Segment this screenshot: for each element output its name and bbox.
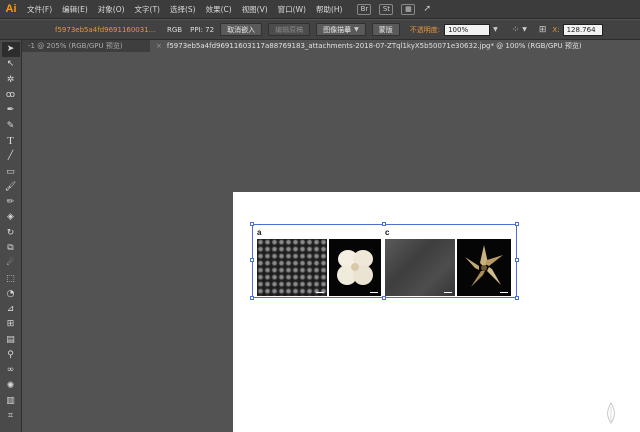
stock-icon[interactable]: St — [379, 3, 394, 15]
pointed-flower-icon — [465, 245, 503, 287]
app-logo: Ai — [5, 3, 17, 15]
tab-label: -1 @ 205% (RGB/GPU 预览) — [28, 42, 123, 50]
color-mode-label: RGB — [167, 25, 183, 34]
selection-tool-icon[interactable]: ➤ — [1, 42, 20, 58]
lasso-tool-icon[interactable]: ꝏ — [2, 88, 20, 103]
reference-point-icon[interactable]: ⊞ — [539, 25, 547, 35]
shape-builder-tool-icon[interactable]: ◔ — [2, 287, 20, 302]
image-trace-label: 图像描摹 — [323, 25, 352, 34]
perspective-grid-tool-icon[interactable]: ⊿ — [2, 302, 20, 317]
blend-tool-icon[interactable]: ∞ — [2, 363, 20, 378]
resize-handle-top[interactable] — [382, 222, 386, 226]
resize-handle-bottom[interactable] — [382, 296, 386, 300]
illustrator-window: Ai 文件(F) 编辑(E) 对象(O) 文字(T) 选择(S) 效果(C) 视… — [0, 0, 640, 432]
x-coordinate-input[interactable]: 128.764 — [562, 23, 603, 36]
resize-handle-top-left[interactable] — [250, 222, 254, 226]
eraser-tool-icon[interactable]: ◈ — [2, 210, 20, 225]
bridge-icon[interactable]: Br — [357, 3, 372, 15]
menu-window[interactable]: 窗口(W) — [278, 4, 306, 15]
arrange-documents-icon[interactable]: ▦ — [401, 3, 416, 15]
scale-bar — [444, 292, 452, 293]
rotate-tool-icon[interactable]: ↻ — [2, 226, 20, 241]
menu-effect[interactable]: 效果(C) — [206, 4, 232, 15]
gpu-rocket-icon[interactable]: ➚ — [423, 4, 431, 14]
edit-original-button[interactable]: 编辑原稿 — [268, 23, 311, 36]
opacity-label[interactable]: 不透明度: — [410, 25, 440, 35]
free-transform-tool-icon[interactable]: ⬚ — [2, 271, 20, 286]
resize-handle-bottom-left[interactable] — [250, 296, 254, 300]
white-flower-icon — [337, 250, 373, 285]
canvas-area[interactable]: a c — [22, 52, 640, 432]
scale-bar — [500, 292, 508, 293]
photo-pointed-flower — [457, 239, 511, 296]
warp-tool-icon[interactable]: ☄ — [2, 256, 20, 271]
image-trace-button[interactable]: 图像描摹 ▼ — [316, 23, 366, 36]
watermark-logo-icon — [607, 402, 615, 424]
scale-tool-icon[interactable]: ⧉ — [2, 241, 20, 256]
scale-bar — [316, 292, 324, 293]
artboard[interactable]: a c — [233, 192, 640, 432]
menu-icon-group: Br St ▦ ➚ — [357, 3, 431, 15]
menu-type[interactable]: 文字(T) — [135, 4, 160, 15]
line-tool-icon[interactable]: ╱ — [2, 149, 20, 164]
unembed-button[interactable]: 取消嵌入 — [220, 23, 263, 36]
menu-bar: Ai 文件(F) 编辑(E) 对象(O) 文字(T) 选择(S) 效果(C) 视… — [0, 0, 640, 19]
tools-panel: ➤ ↖ ✲ ꝏ ✒ ✎ T ╱ ▭ 🖌 ✏ ◈ ↻ ⧉ ☄ ⬚ ◔ ⊿ ⊞ ▤ … — [0, 40, 22, 432]
opacity-input[interactable]: 100% — [444, 23, 491, 36]
chevron-down-icon[interactable]: ▼ — [522, 26, 527, 33]
chevron-down-icon: ▼ — [354, 26, 359, 33]
curvature-tool-icon[interactable]: ✎ — [2, 118, 20, 133]
resize-handle-right[interactable] — [515, 258, 519, 262]
panel-label-c: c — [385, 228, 390, 237]
ppi-label: PPI: 72 — [190, 25, 215, 34]
symbol-sprayer-tool-icon[interactable]: ✺ — [2, 379, 20, 394]
magic-wand-tool-icon[interactable]: ✲ — [2, 73, 20, 88]
control-bar: f5973eb5a4fd9691160031... RGB PPI: 72 取消… — [0, 20, 640, 40]
opacity-dropdown-icon[interactable]: ▼ — [493, 26, 498, 33]
paintbrush-tool-icon[interactable]: 🖌 — [2, 180, 20, 195]
menu-file[interactable]: 文件(F) — [27, 4, 52, 15]
pencil-tool-icon[interactable]: ✏ — [2, 195, 20, 210]
eyedropper-tool-icon[interactable]: ⚲ — [2, 348, 20, 363]
menu-select[interactable]: 选择(S) — [170, 4, 196, 15]
resize-handle-bottom-right[interactable] — [515, 296, 519, 300]
direct-selection-tool-icon[interactable]: ↖ — [2, 57, 20, 72]
scale-bar — [370, 292, 378, 293]
column-graph-tool-icon[interactable]: ▥ — [2, 394, 20, 409]
close-icon[interactable]: × — [156, 42, 162, 50]
type-tool-icon[interactable]: T — [2, 134, 20, 149]
document-tab-active[interactable]: × f5973eb5a4fd96911603117a88769183_attac… — [150, 40, 640, 52]
resize-handle-top-right[interactable] — [515, 222, 519, 226]
mask-button[interactable]: 蒙版 — [371, 23, 400, 36]
linked-file-name[interactable]: f5973eb5a4fd9691160031... — [55, 26, 159, 34]
mesh-tool-icon[interactable]: ⊞ — [2, 317, 20, 332]
document-tab-inactive[interactable]: -1 @ 205% (RGB/GPU 预览) — [22, 40, 150, 52]
document-tab-bar: -1 @ 205% (RGB/GPU 预览) × f5973eb5a4fd969… — [22, 40, 640, 52]
menu-edit[interactable]: 编辑(E) — [62, 4, 88, 15]
selected-placed-image[interactable]: a c — [250, 222, 519, 300]
sem-image-flat-cells — [385, 239, 455, 296]
gradient-tool-icon[interactable]: ▤ — [2, 333, 20, 348]
menu-object[interactable]: 对象(O) — [98, 4, 125, 15]
x-coordinate-label: X: — [552, 25, 560, 34]
align-options-icon[interactable]: ⁘ — [512, 25, 520, 35]
control-bar-grip — [0, 20, 55, 40]
tab-label: f5973eb5a4fd96911603117a88769183_attachm… — [166, 42, 582, 50]
menu-help[interactable]: 帮助(H) — [316, 4, 343, 15]
photo-white-flower — [329, 239, 381, 296]
artboard-tool-icon[interactable]: ⌗ — [2, 409, 20, 424]
menu-view[interactable]: 视图(V) — [242, 4, 268, 15]
panel-label-a: a — [257, 228, 262, 237]
resize-handle-left[interactable] — [250, 258, 254, 262]
sem-image-papillae — [257, 239, 327, 296]
pen-tool-icon[interactable]: ✒ — [2, 103, 20, 118]
rectangle-tool-icon[interactable]: ▭ — [2, 164, 20, 179]
